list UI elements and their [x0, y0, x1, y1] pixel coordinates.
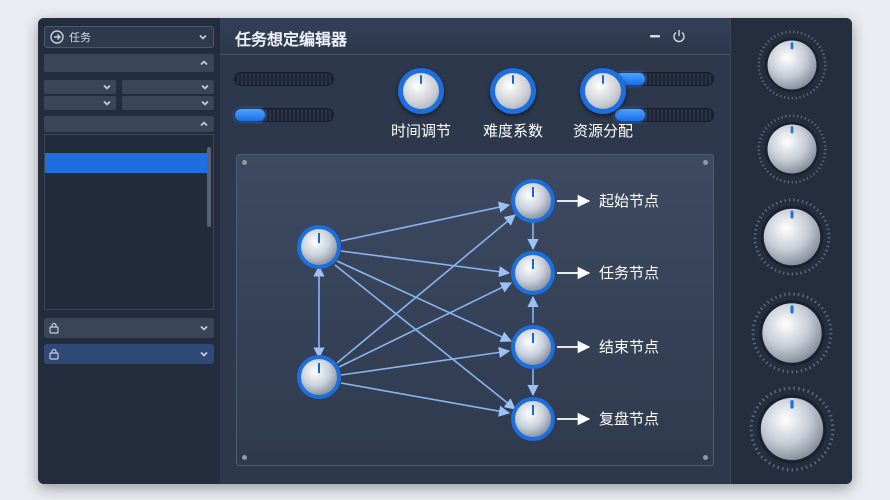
start-node[interactable] — [511, 179, 555, 223]
sidebar: 任务 — [38, 18, 221, 484]
slider-top-left[interactable] — [234, 72, 334, 86]
rotary-knob-1[interactable] — [757, 30, 827, 100]
filter-select-3[interactable] — [44, 96, 116, 110]
source-node-b[interactable] — [297, 355, 341, 399]
chevron-up-icon — [200, 121, 208, 127]
section-header-2[interactable] — [44, 116, 214, 132]
chevron-down-icon — [201, 100, 209, 106]
resource-label: 资源分配 — [572, 122, 633, 140]
filter-select-1[interactable] — [44, 80, 116, 94]
selected-list-item[interactable] — [45, 153, 207, 173]
window-title: 任务想定编辑器 — [235, 30, 348, 49]
dropdown-1[interactable] — [44, 318, 214, 338]
chevron-up-icon — [200, 60, 208, 66]
difficulty-label: 难度系数 — [482, 122, 543, 140]
knob-column — [730, 18, 852, 484]
slider-top-right[interactable] — [614, 72, 714, 86]
rotary-knob-5[interactable] — [749, 386, 835, 472]
lock-icon — [49, 348, 59, 360]
nav-arrow-icon — [50, 30, 64, 44]
rotary-knob-2[interactable] — [757, 114, 827, 184]
chevron-down-icon — [200, 325, 208, 331]
task-list[interactable] — [44, 134, 214, 310]
title-bar: 任务想定编辑器 — [220, 18, 730, 55]
difficulty-knob[interactable] — [490, 68, 536, 114]
filter-select-2[interactable] — [122, 80, 214, 94]
power-icon[interactable] — [671, 28, 687, 44]
source-node-a[interactable] — [297, 225, 341, 269]
section-header-1[interactable] — [44, 54, 214, 72]
rotary-knob-4[interactable] — [751, 292, 833, 374]
minimize-icon[interactable] — [648, 29, 662, 43]
list-scrollbar[interactable] — [207, 147, 211, 227]
chevron-down-icon — [199, 34, 207, 40]
filter-select-4[interactable] — [122, 96, 214, 110]
chevron-down-icon — [103, 84, 111, 90]
slider-thumb[interactable] — [235, 109, 265, 121]
review-node[interactable] — [511, 397, 555, 441]
resource-knob[interactable] — [580, 68, 626, 114]
chevron-down-icon — [201, 84, 209, 90]
chevron-down-icon — [103, 100, 111, 106]
chevron-down-icon — [200, 351, 208, 357]
slider-mid-left[interactable] — [234, 108, 334, 122]
start-node-label: 起始节点 — [599, 192, 660, 210]
task-node-label: 任务节点 — [599, 264, 660, 282]
editor-window: 任务 任务想定编辑器 时间调节 难度系数 资源分配 起始节点 任务节点 结束节点… — [38, 18, 852, 484]
review-node-label: 复盘节点 — [599, 410, 660, 428]
time-adjust-knob[interactable] — [398, 68, 444, 114]
end-node-label: 结束节点 — [599, 338, 660, 356]
task-selector[interactable]: 任务 — [44, 26, 214, 48]
rotary-knob-3[interactable] — [753, 198, 831, 276]
task-node[interactable] — [511, 251, 555, 295]
lock-icon — [49, 322, 59, 334]
dropdown-2[interactable] — [44, 344, 214, 364]
flow-graph-panel: 起始节点 任务节点 结束节点 复盘节点 — [236, 154, 714, 466]
task-selector-label: 任务 — [69, 31, 91, 44]
time-adjust-label: 时间调节 — [390, 122, 451, 140]
main-panel: 任务想定编辑器 时间调节 难度系数 资源分配 起始节点 任务节点 结束节点 复盘… — [220, 18, 730, 484]
end-node[interactable] — [511, 325, 555, 369]
